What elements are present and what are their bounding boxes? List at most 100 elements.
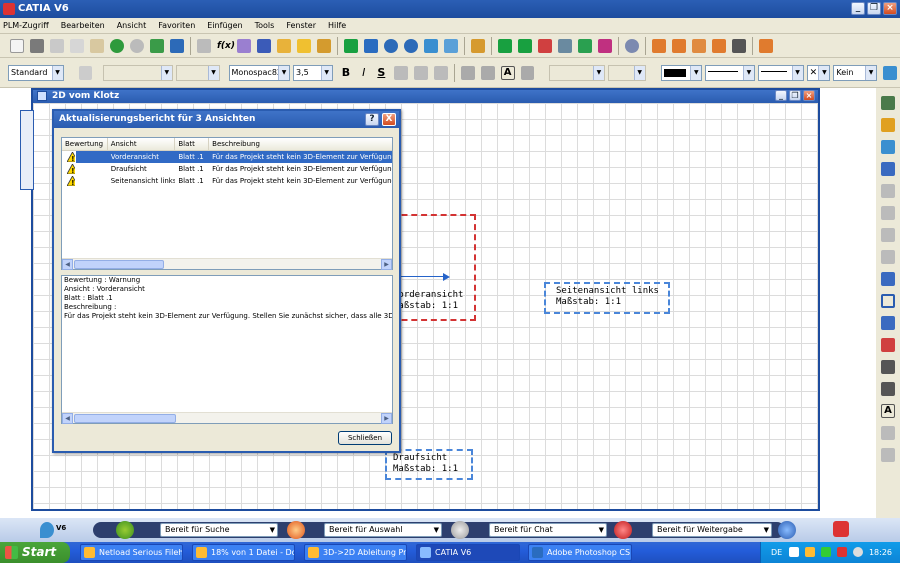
- knowledge-icon[interactable]: [237, 38, 251, 53]
- formula-icon[interactable]: f(x): [217, 39, 235, 53]
- menu-favoriten[interactable]: Favoriten: [158, 21, 195, 30]
- document-icon[interactable]: [317, 38, 331, 53]
- tray-security-icon[interactable]: [837, 547, 847, 557]
- align-left-icon[interactable]: [460, 65, 475, 80]
- scroll-left-icon[interactable]: ◀: [62, 259, 73, 270]
- chat-icon[interactable]: [451, 521, 469, 539]
- copy-icon[interactable]: [70, 38, 84, 53]
- catalog-icon[interactable]: [277, 38, 291, 53]
- print-icon[interactable]: [30, 38, 44, 53]
- lock-icon[interactable]: [297, 38, 311, 53]
- selection-icon[interactable]: [287, 521, 305, 539]
- analysis-icon[interactable]: [732, 38, 746, 53]
- tray-app-icon[interactable]: [805, 547, 815, 557]
- undo-icon[interactable]: [110, 38, 124, 53]
- table-icon[interactable]: [257, 38, 271, 53]
- symbol-s-button[interactable]: S: [377, 66, 385, 79]
- circle-icon[interactable]: [881, 316, 895, 330]
- snap-point-icon[interactable]: [538, 38, 552, 53]
- close-dialog-button[interactable]: Schließen: [338, 431, 392, 445]
- language-indicator[interactable]: DE: [771, 542, 782, 563]
- task-download[interactable]: 18% von 1 Datei - Do...: [192, 544, 295, 561]
- redo-icon[interactable]: [130, 38, 144, 53]
- layout-icon[interactable]: [881, 272, 895, 286]
- scroll-right-icon[interactable]: ▶: [381, 413, 392, 424]
- search-icon[interactable]: [116, 521, 134, 539]
- pattern-select[interactable]: ✕ ▼: [806, 64, 831, 81]
- filter-select[interactable]: ▼: [175, 64, 220, 81]
- fit-all-icon[interactable]: [344, 38, 358, 53]
- snap-icon[interactable]: [197, 38, 211, 53]
- detail-horizontal-scrollbar[interactable]: ◀ ▶: [62, 412, 392, 424]
- bold-button[interactable]: B: [342, 66, 350, 79]
- select-icon[interactable]: [881, 118, 895, 132]
- tray-network-icon[interactable]: [821, 547, 831, 557]
- task-catia[interactable]: CATIA V6: [416, 544, 520, 561]
- font-size-select[interactable]: 3,5 ▼: [293, 64, 333, 81]
- sketch-icon[interactable]: [881, 140, 895, 154]
- projection-icon[interactable]: [881, 184, 895, 198]
- font-select[interactable]: Monospac821 ▼: [228, 64, 291, 81]
- tray-volume-icon[interactable]: [853, 547, 863, 557]
- thickness-select[interactable]: ▼: [757, 64, 804, 81]
- table-row[interactable]: ! Draufsicht Blatt .1 Für das Projekt st…: [62, 163, 392, 175]
- dimension-icon[interactable]: [881, 360, 895, 374]
- menu-einfuegen[interactable]: Einfügen: [207, 21, 242, 30]
- selection-status-select[interactable]: Bereit für Auswahl ▼: [324, 523, 442, 537]
- help-tray-icon[interactable]: [789, 547, 799, 557]
- refresh-icon[interactable]: [625, 38, 639, 53]
- dialog-help-button[interactable]: ?: [365, 113, 379, 126]
- detail-panel[interactable]: Bewertung : Warnung Ansicht : Vorderansi…: [61, 275, 393, 424]
- minimize-button[interactable]: _: [851, 2, 865, 15]
- section-icon[interactable]: [881, 206, 895, 220]
- symbol-icon[interactable]: [881, 426, 895, 440]
- top-view-frame[interactable]: Draufsicht Maßstab: 1:1: [385, 449, 473, 480]
- column-rating[interactable]: Bewertung: [62, 138, 108, 150]
- text-icon[interactable]: A: [881, 404, 895, 418]
- dimension-style-select[interactable]: ▼: [549, 64, 605, 81]
- list-horizontal-scrollbar[interactable]: ◀ ▶: [62, 258, 392, 270]
- tolerance-select[interactable]: ▼: [607, 64, 646, 81]
- subscript-icon[interactable]: [434, 65, 448, 80]
- side-view-frame[interactable]: Seitenansicht links Maßstab: 1:1: [544, 282, 670, 314]
- scroll-thumb[interactable]: [74, 414, 176, 423]
- insert-symbol-icon[interactable]: [520, 65, 535, 80]
- compass-3d-icon[interactable]: [778, 521, 796, 539]
- layer-icon[interactable]: [78, 65, 93, 80]
- menu-ansicht[interactable]: Ansicht: [117, 21, 147, 30]
- zoom-out-icon[interactable]: [404, 38, 418, 53]
- pencil-icon[interactable]: [558, 38, 572, 53]
- close-button[interactable]: ×: [883, 2, 897, 15]
- scroll-left-icon[interactable]: ◀: [62, 413, 73, 424]
- dress-up-icon[interactable]: [881, 448, 895, 462]
- normal-view-icon[interactable]: [424, 38, 438, 53]
- share-status-select[interactable]: Bereit für Weitergabe ▼: [652, 523, 772, 537]
- detail-icon[interactable]: [881, 228, 895, 242]
- constraint-icon[interactable]: [881, 382, 895, 396]
- column-sheet[interactable]: Blatt: [175, 138, 210, 150]
- clipping-icon[interactable]: [881, 250, 895, 264]
- view-mode-icon[interactable]: [444, 38, 458, 53]
- align-icon[interactable]: [578, 38, 592, 53]
- layer-select[interactable]: ▼: [103, 64, 173, 81]
- scroll-thumb[interactable]: [74, 260, 164, 269]
- transform-icon[interactable]: [881, 338, 895, 352]
- compass-icon[interactable]: [40, 522, 54, 538]
- menu-hilfe[interactable]: Hilfe: [328, 21, 346, 30]
- style-select[interactable]: Standard ▼: [8, 64, 64, 81]
- doc-minimize-button[interactable]: _: [775, 90, 787, 101]
- rectangle-icon[interactable]: [881, 294, 895, 308]
- rotate-icon[interactable]: [518, 38, 532, 53]
- task-photoshop[interactable]: Adobe Photoshop CS...: [528, 544, 632, 561]
- lock-drawing-icon[interactable]: [471, 38, 485, 53]
- menu-fenster[interactable]: Fenster: [286, 21, 316, 30]
- menu-plm-zugriff[interactable]: PLM-Zugriff: [3, 21, 49, 30]
- doc-restore-button[interactable]: ❐: [789, 90, 801, 101]
- grid-icon[interactable]: [652, 38, 666, 53]
- table-row[interactable]: ! Seitenansicht links Blatt .1 Für das P…: [62, 175, 392, 187]
- report-list[interactable]: Bewertung Ansicht Blatt Beschreibung ! V…: [61, 137, 393, 270]
- search-status-select[interactable]: Bereit für Suche ▼: [160, 523, 278, 537]
- new-icon[interactable]: [10, 38, 24, 53]
- paste-icon[interactable]: [90, 38, 104, 53]
- chat-status-select[interactable]: Bereit für Chat ▼: [489, 523, 607, 537]
